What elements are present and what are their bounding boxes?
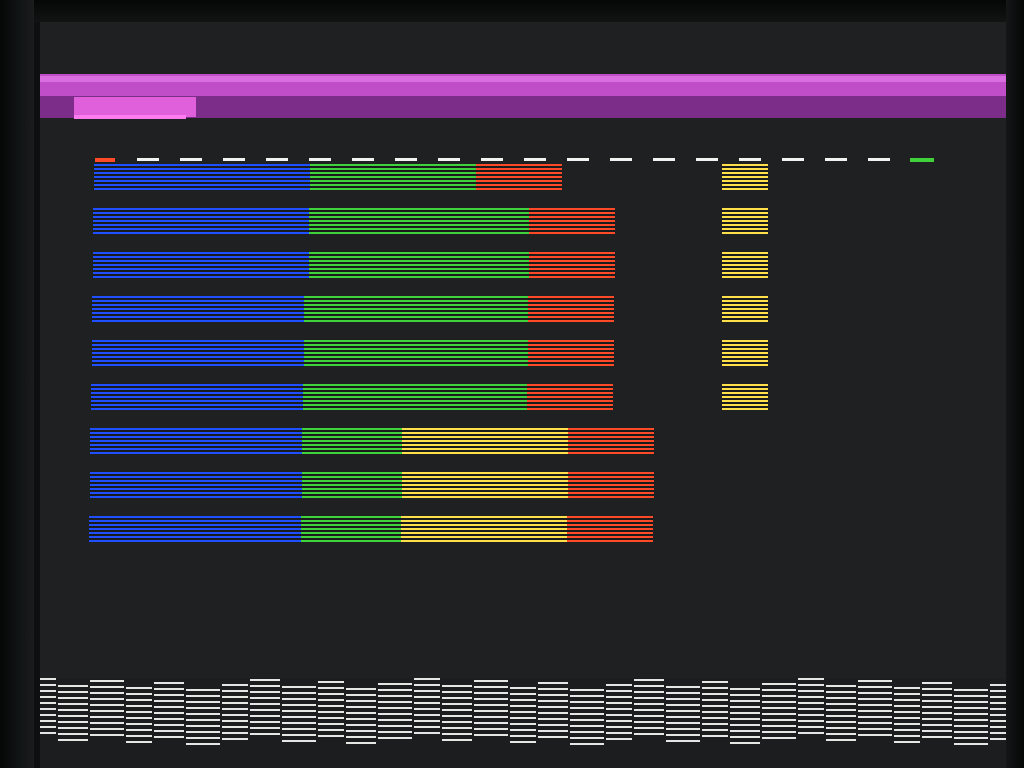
monitor-bezel-top <box>0 0 1024 22</box>
ruler-dash <box>696 158 718 161</box>
ruler-dash <box>223 158 245 161</box>
bar-segment-red <box>528 296 615 322</box>
noise-column <box>762 683 796 743</box>
noise-column <box>826 685 856 745</box>
bar-segment-green <box>303 384 527 410</box>
bar-segment-red <box>527 384 613 410</box>
active-menu-tab[interactable] <box>74 97 196 117</box>
side-block <box>722 164 768 190</box>
ruler-dash <box>524 158 546 161</box>
noise-column <box>40 678 56 738</box>
ruler-dash <box>481 158 503 161</box>
active-menu-tab-underline <box>74 115 186 119</box>
side-block <box>722 340 768 366</box>
noise-column <box>58 685 88 745</box>
bar-segment-yellow <box>401 472 568 498</box>
bar-segment-yellow <box>401 516 568 542</box>
monitor-bezel-right <box>1006 0 1024 768</box>
noise-column <box>990 684 1006 744</box>
ruler-dash <box>395 158 417 161</box>
ruler-dash <box>782 158 804 161</box>
bar-segment-blue <box>92 296 305 322</box>
noise-column <box>378 683 412 743</box>
bar-segment-green <box>301 472 402 498</box>
noise-column <box>282 686 316 746</box>
noise-column <box>606 684 632 744</box>
screen <box>40 22 1006 768</box>
noise-column <box>414 678 440 738</box>
bar-segment-red <box>567 472 654 498</box>
noise-column <box>186 689 220 749</box>
bar-segment-blue <box>91 340 304 366</box>
ruler-dash <box>653 158 675 161</box>
noise-column <box>894 687 920 747</box>
dashed-ruler <box>95 158 935 162</box>
bar-segment-green <box>301 516 402 542</box>
ruler-dash <box>438 158 460 161</box>
bar-segment-green <box>304 296 529 322</box>
ruler-dash <box>180 158 202 161</box>
monitor-photo <box>0 0 1024 768</box>
ruler-dash <box>352 158 374 161</box>
bar-segment-yellow <box>402 428 569 454</box>
noise-column <box>954 689 988 749</box>
bar-segment-red <box>567 516 654 542</box>
bar-segment-green <box>310 164 476 190</box>
noise-column <box>126 687 152 747</box>
noise-column <box>730 688 760 748</box>
bar-segment-red <box>528 252 615 278</box>
bar-segment-blue <box>91 384 303 410</box>
bar-segment-red <box>529 208 616 234</box>
ruler-dash <box>610 158 632 161</box>
noise-column <box>634 679 664 739</box>
ruler-start-marker <box>95 158 115 162</box>
ruler-dash <box>137 158 159 161</box>
scanline-noise-strip <box>40 678 1006 768</box>
title-bar-highlight <box>40 76 1006 82</box>
bar-segment-blue <box>89 472 302 498</box>
bar-segment-blue <box>90 428 303 454</box>
bar-segment-green <box>308 252 529 278</box>
bar-segment-blue <box>89 516 302 542</box>
noise-column <box>858 680 892 740</box>
bar-segment-red <box>527 340 614 366</box>
ruler-dash <box>825 158 847 161</box>
noise-column <box>798 678 824 738</box>
side-block <box>722 296 768 322</box>
bar-segment-green <box>302 428 403 454</box>
ruler-dash <box>868 158 890 161</box>
noise-column <box>474 680 508 740</box>
noise-column <box>90 680 124 740</box>
noise-column <box>250 679 280 739</box>
ruler-end-marker <box>910 158 934 162</box>
ruler-dash <box>266 158 288 161</box>
noise-column <box>346 688 376 748</box>
noise-column <box>154 682 184 742</box>
side-block <box>722 384 768 410</box>
noise-column <box>922 682 952 742</box>
noise-column <box>666 686 700 746</box>
ruler-dash <box>739 158 761 161</box>
noise-column <box>570 689 604 749</box>
noise-column <box>442 685 472 745</box>
side-block <box>722 252 768 278</box>
noise-column <box>222 684 248 744</box>
ruler-dash <box>567 158 589 161</box>
side-block <box>722 208 768 234</box>
bar-segment-red <box>476 164 562 190</box>
bar-segment-blue <box>92 252 309 278</box>
noise-column <box>702 681 728 741</box>
monitor-bezel-left <box>0 0 34 768</box>
bar-segment-red <box>568 428 655 454</box>
noise-column <box>538 682 568 742</box>
ruler-dash <box>309 158 331 161</box>
bar-segment-green <box>303 340 528 366</box>
noise-column <box>510 687 536 747</box>
bar-segment-green <box>309 208 530 234</box>
bar-segment-blue <box>94 164 310 190</box>
noise-column <box>318 681 344 741</box>
bar-segment-blue <box>93 208 310 234</box>
